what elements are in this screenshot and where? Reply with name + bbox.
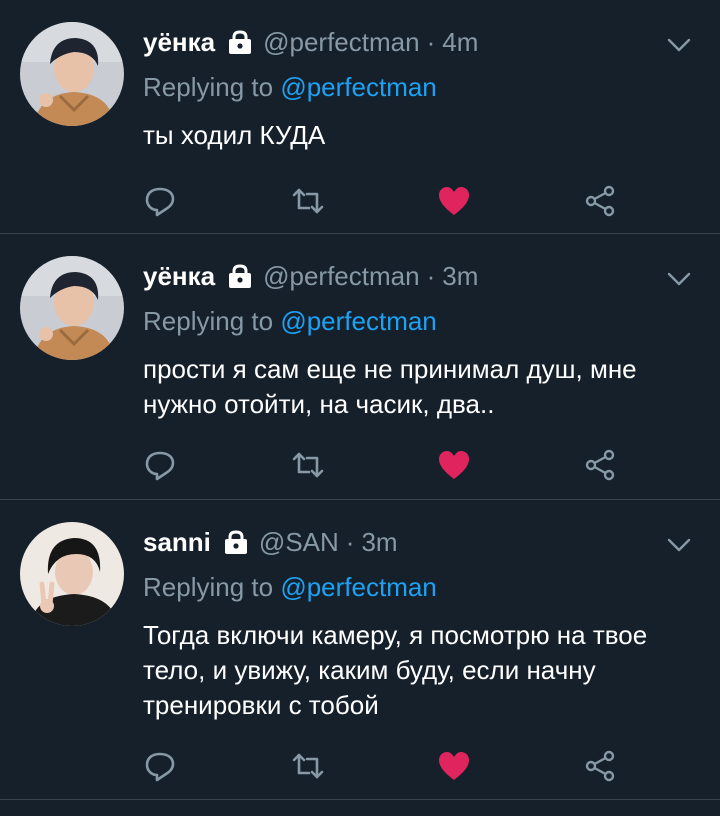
- heart-icon[interactable]: [436, 748, 472, 784]
- replying-to-mention[interactable]: @perfectman: [280, 572, 436, 602]
- display-name[interactable]: уёнка: [143, 27, 215, 58]
- heart-icon[interactable]: [436, 183, 472, 219]
- separator-dot: ·: [345, 526, 355, 557]
- replying-to: Replying to @perfectman: [143, 306, 437, 337]
- replying-to-label: Replying to: [143, 72, 281, 102]
- lock-icon: [223, 530, 249, 554]
- chevron-down-icon[interactable]: [666, 32, 692, 58]
- avatar[interactable]: [20, 22, 124, 126]
- separator-dot: ·: [426, 26, 436, 57]
- replying-to-label: Replying to: [143, 572, 281, 602]
- tweet[interactable]: sanni @SAN · 3m Replying to @perfectman …: [0, 500, 720, 800]
- heart-icon[interactable]: [436, 447, 472, 483]
- user-handle[interactable]: @perfectman: [263, 27, 419, 58]
- replying-to-label: Replying to: [143, 306, 281, 336]
- tweet-text: ты ходил КУДА: [143, 120, 326, 150]
- avatar-image: [20, 22, 124, 126]
- tweet-header: sanni @SAN · 3m: [143, 524, 398, 560]
- avatar-image: [20, 522, 124, 626]
- retweet-icon[interactable]: [290, 183, 326, 219]
- share-icon[interactable]: [582, 447, 618, 483]
- lock-icon: [227, 30, 253, 54]
- chevron-down-icon[interactable]: [666, 532, 692, 558]
- tweet-text: прости я сам еще не принимал душ, мне ну…: [143, 354, 637, 419]
- tweet-actions: [0, 447, 720, 487]
- replying-to: Replying to @perfectman: [143, 72, 437, 103]
- user-handle[interactable]: @perfectman: [263, 261, 419, 292]
- reply-icon[interactable]: [142, 447, 178, 483]
- display-name[interactable]: sanni: [143, 527, 211, 558]
- replying-to-mention[interactable]: @perfectman: [280, 306, 436, 336]
- tweet[interactable]: уёнка @perfectman · 4m Replying to @perf…: [0, 0, 720, 234]
- timestamp[interactable]: 3m: [361, 527, 397, 558]
- share-icon[interactable]: [582, 183, 618, 219]
- tweet-actions: [0, 183, 720, 223]
- lock-icon: [227, 264, 253, 288]
- tweet-header: уёнка @perfectman · 3m: [143, 258, 478, 294]
- user-handle[interactable]: @SAN: [259, 527, 339, 558]
- tweet-text: Тогда включи камеру, я посмотрю на твое …: [143, 620, 648, 720]
- replying-to: Replying to @perfectman: [143, 572, 437, 603]
- display-name[interactable]: уёнка: [143, 261, 215, 292]
- avatar-image: [20, 256, 124, 360]
- tweet[interactable]: уёнка @perfectman · 3m Replying to @perf…: [0, 234, 720, 500]
- reply-icon[interactable]: [142, 748, 178, 784]
- share-icon[interactable]: [582, 748, 618, 784]
- tweet-actions: [0, 748, 720, 788]
- retweet-icon[interactable]: [290, 748, 326, 784]
- timestamp[interactable]: 3m: [442, 261, 478, 292]
- chevron-down-icon[interactable]: [666, 266, 692, 292]
- separator-dot: ·: [426, 260, 436, 291]
- timeline-feed: уёнка @perfectman · 4m Replying to @perf…: [0, 0, 720, 816]
- timestamp[interactable]: 4m: [442, 27, 478, 58]
- avatar[interactable]: [20, 522, 124, 626]
- retweet-icon[interactable]: [290, 447, 326, 483]
- tweet-header: уёнка @perfectman · 4m: [143, 24, 478, 60]
- replying-to-mention[interactable]: @perfectman: [280, 72, 436, 102]
- avatar[interactable]: [20, 256, 124, 360]
- reply-icon[interactable]: [142, 183, 178, 219]
